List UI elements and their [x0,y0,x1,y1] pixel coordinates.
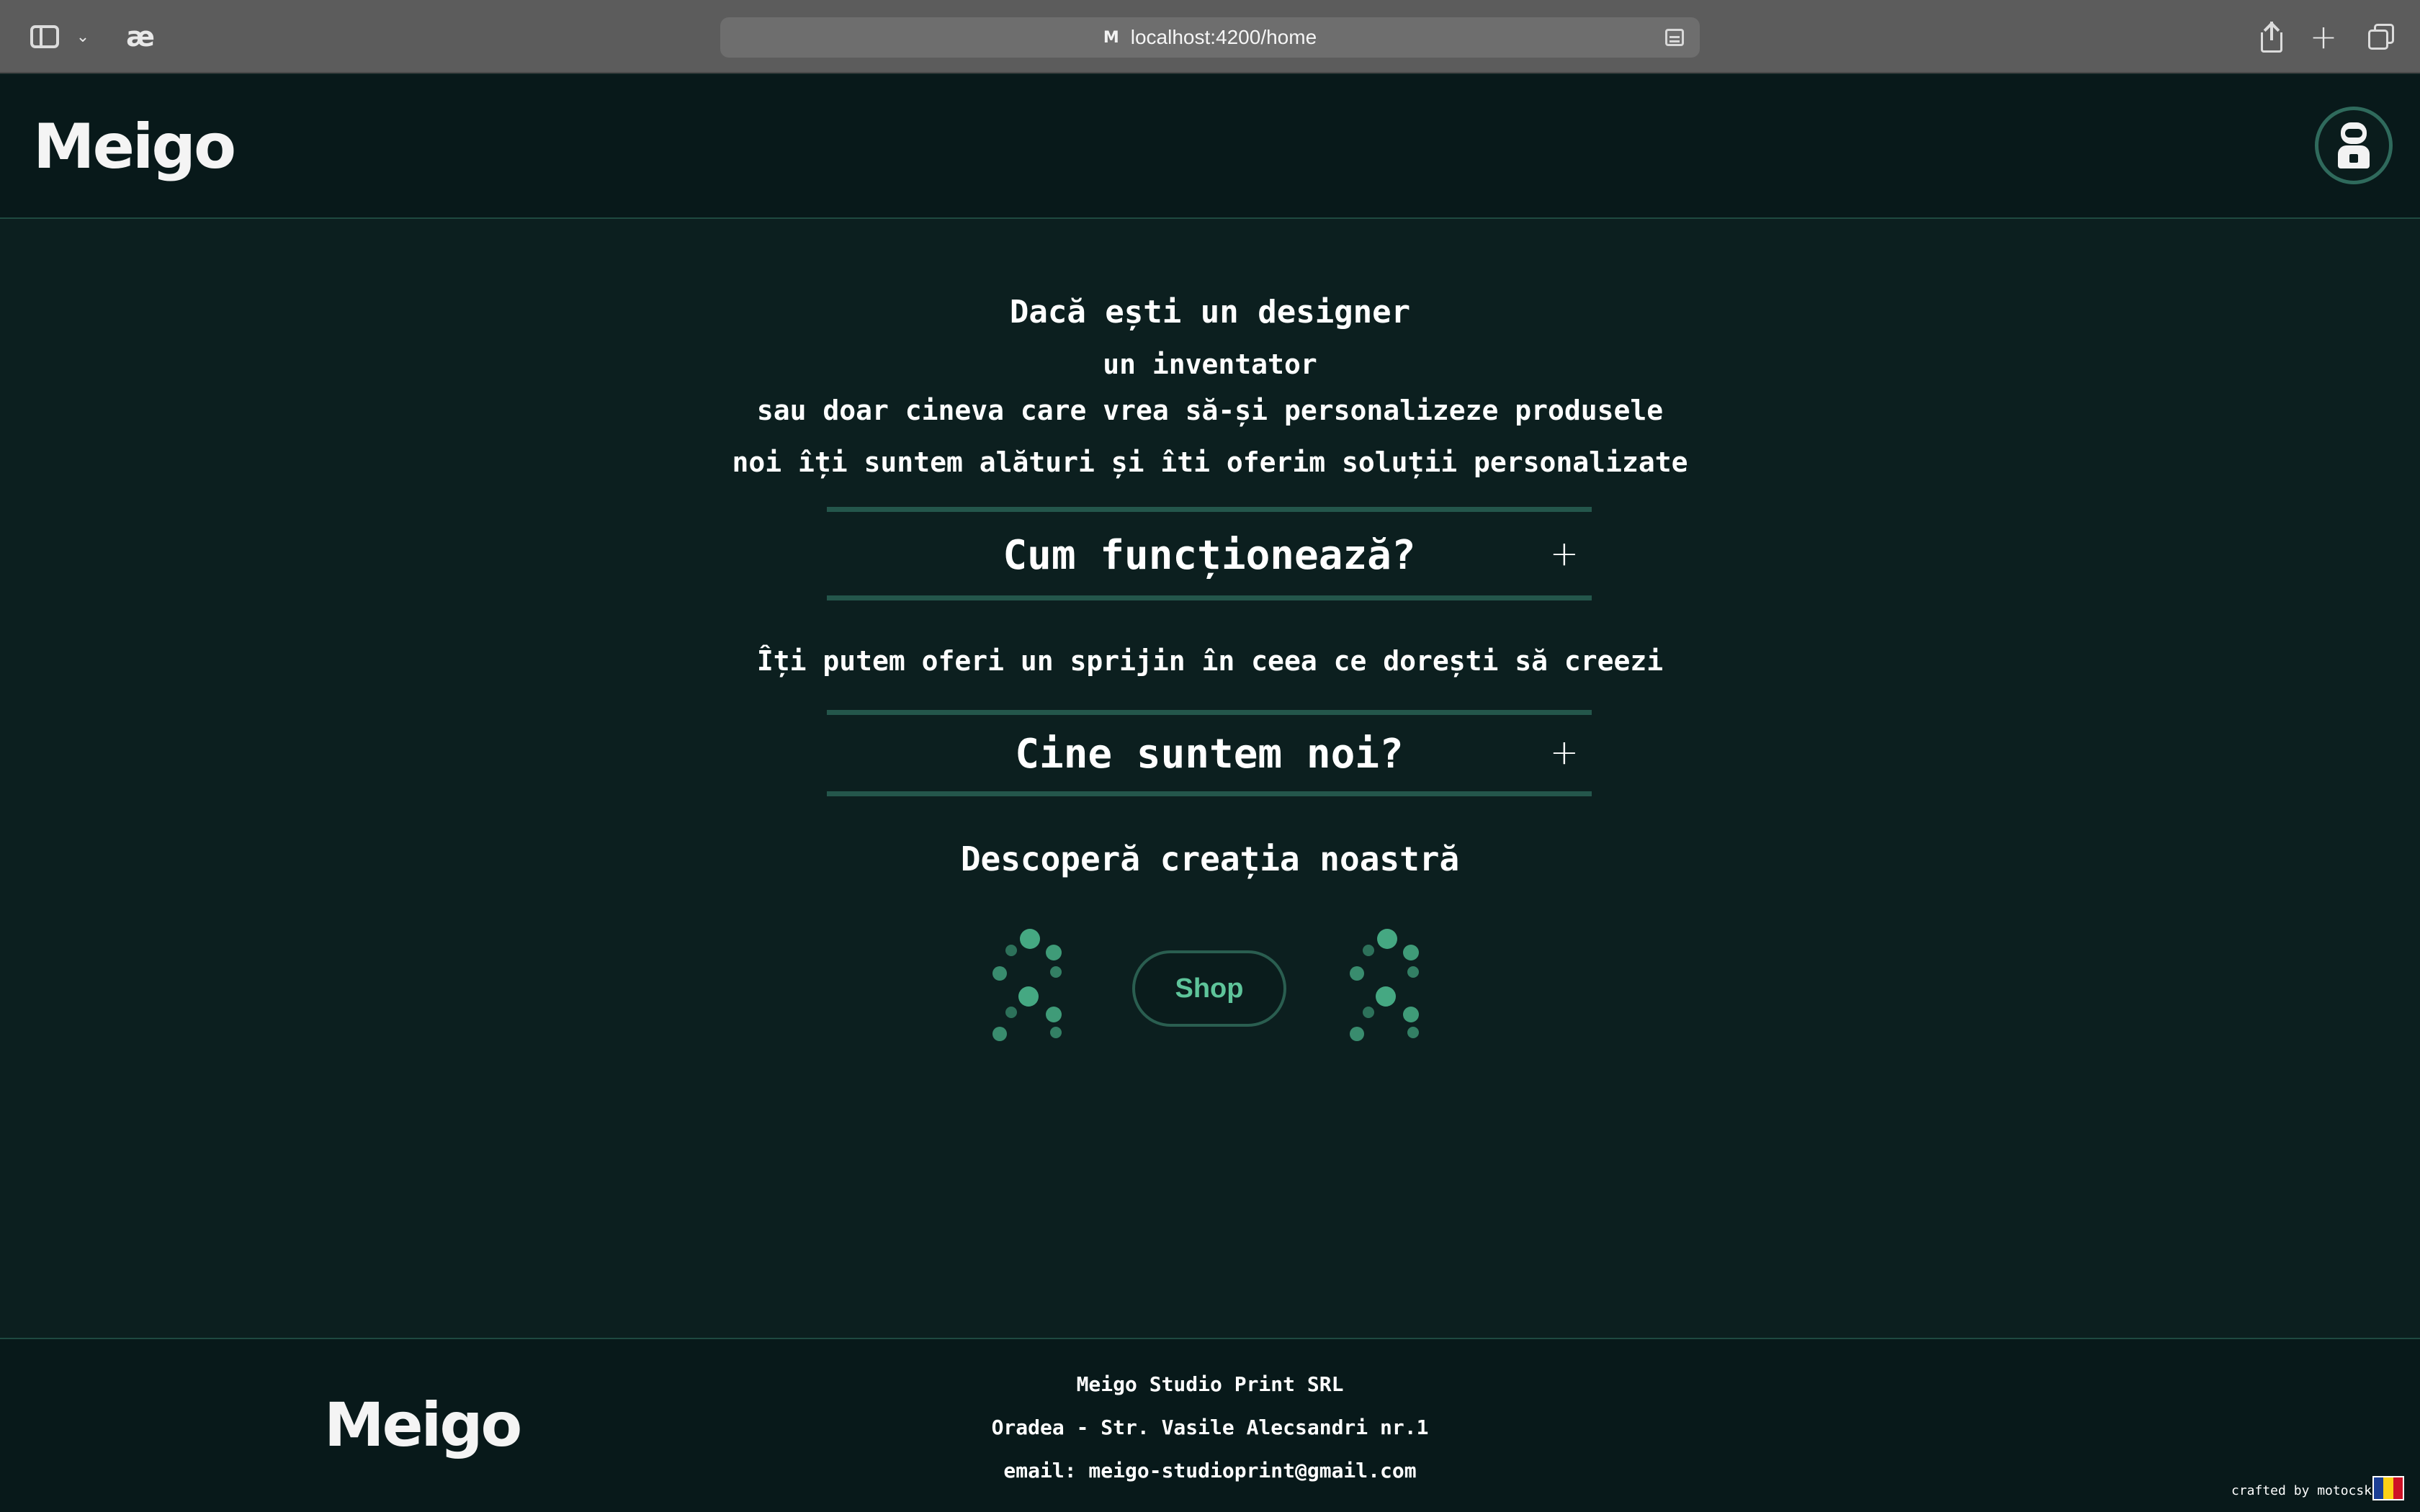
url-text: localhost:4200/home [1130,26,1317,48]
share-icon[interactable] [2256,22,2287,53]
helix-dot [1403,1007,1419,1022]
expand-plus-icon[interactable]: + [1550,732,1579,773]
accordion-how-it-works[interactable]: Cum funcționează? + [827,507,1592,600]
footer-company: Meigo Studio Print SRL [1076,1372,1344,1396]
sidebar-toggle-icon[interactable] [27,22,62,52]
flag-stripe [2383,1477,2393,1499]
chevron-down-icon[interactable]: ⌄ [72,22,94,52]
flag-stripe [2393,1477,2403,1499]
accordion-title: Cum funcționează? [1003,532,1416,579]
site-footer: Meigo Meigo Studio Print SRL Oradea - St… [0,1338,2420,1512]
site-header: Meigo [0,75,2420,219]
intro-line-2: un inventator [1103,348,1317,380]
helix-dot [1046,945,1062,960]
helix-dot [1005,1007,1017,1018]
extension-icon[interactable]: æ [122,21,158,53]
intro-line-1: Dacă ești un designer [1009,294,1411,330]
helix-dot [1407,966,1419,978]
helix-dot [1020,929,1040,949]
helix-loader-icon [1350,929,1429,1051]
new-tab-icon[interactable]: + [2308,17,2339,56]
tab-overview-icon[interactable] [2364,22,2396,52]
accordion-title: Cine suntem noi? [1015,731,1404,778]
helix-dot [1377,929,1397,949]
helix-dot [1005,945,1017,956]
helix-dot [1350,1027,1364,1041]
flag-stripe [2374,1477,2384,1499]
address-bar[interactable]: M localhost:4200/home [720,17,1700,58]
reader-mode-icon[interactable] [1665,29,1684,46]
helix-dot [1050,966,1062,978]
robot-avatar-icon [2334,122,2374,168]
expand-plus-icon[interactable]: + [1550,534,1579,574]
crafted-by-credit[interactable]: crafted by motocsky [2231,1483,2380,1498]
helix-dot [992,966,1007,981]
helix-dot [1363,1007,1374,1018]
helix-dot [1046,1007,1062,1022]
helix-dot [992,1027,1007,1041]
footer-email[interactable]: email: meigo-studioprint@gmail.com [0,1459,2420,1482]
intro-line-4: noi îți suntem alături și îti oferim sol… [732,446,1688,478]
helix-dot [1350,966,1364,981]
helix-dot [1363,945,1374,956]
helix-dot [1050,1027,1062,1038]
footer-address: Oradea - Str. Vasile Alecsandri nr.1 [991,1416,1429,1439]
accordion-who-we-are[interactable]: Cine suntem noi? + [827,710,1592,796]
shop-button[interactable]: Shop [1132,950,1286,1027]
discover-heading: Descoperă creația noastră [960,840,1460,878]
helix-dot [1018,986,1039,1007]
helix-dot [1376,986,1396,1007]
browser-toolbar: ⌄ æ M localhost:4200/home + [0,0,2420,73]
helix-loader-icon [992,929,1072,1051]
helix-dot [1407,1027,1419,1038]
site-favicon-icon: M [1103,28,1119,47]
intro-line-3: sau doar cineva care vrea să-și personal… [756,395,1664,426]
romania-flag-icon [2372,1476,2404,1500]
support-text: Îți putem oferi un sprijin în ceea ce do… [756,645,1664,677]
helix-dot [1403,945,1419,960]
site-logo[interactable]: Meigo [33,111,236,183]
user-avatar-button[interactable] [2315,107,2393,184]
